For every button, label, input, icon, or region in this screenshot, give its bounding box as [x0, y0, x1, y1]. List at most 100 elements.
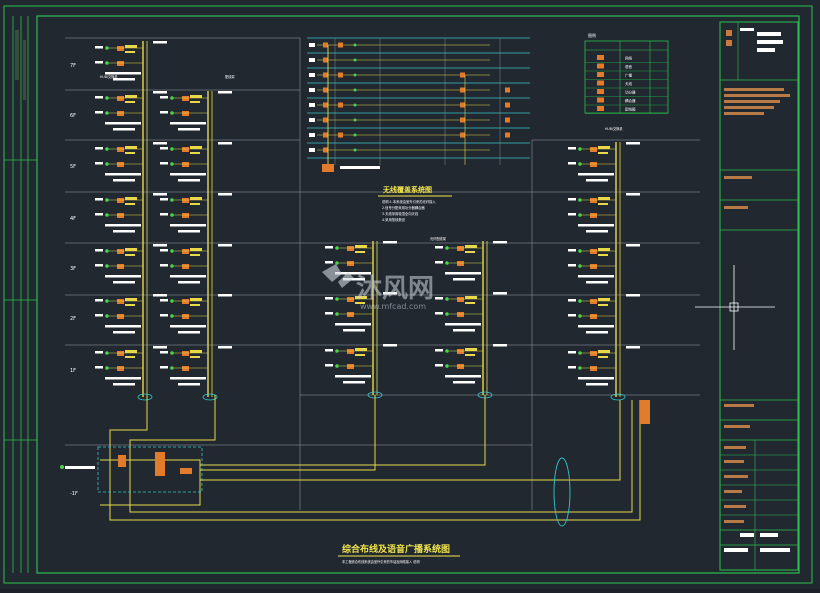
label-bar	[578, 224, 614, 227]
column-captions: HUB/交换机 配线架光纤配线架 HUB/交换机	[100, 74, 623, 241]
outlet-icon	[105, 111, 109, 115]
label-bar	[568, 198, 576, 201]
label-bar	[218, 193, 232, 196]
outlet-icon	[105, 162, 109, 166]
splitter-icon	[323, 132, 328, 138]
floor-label: 3F	[70, 266, 76, 272]
floor-label: -1F	[70, 491, 78, 497]
label-bar	[586, 383, 608, 386]
label-bar	[218, 294, 232, 297]
label-bar	[435, 246, 443, 249]
floor-distribution-unit	[568, 244, 640, 284]
patch-panel	[590, 198, 597, 203]
switch-box	[117, 61, 124, 66]
label-bar	[160, 264, 168, 267]
legend: 图例 网络语音广播天线功分器耦合器配线箱	[584, 32, 669, 114]
label-bar	[153, 193, 167, 196]
wireless-notes: 说明:1.本系统由室外引来的光纤接入2.信号分配采用功分器耦合器3.天线采用吸顶…	[382, 199, 436, 222]
label-bar	[465, 251, 475, 253]
outlet-icon	[335, 246, 339, 250]
label-bar	[325, 364, 333, 367]
legend-symbol-icon	[597, 63, 604, 69]
outlet-icon	[445, 349, 449, 353]
riser-column-a	[95, 41, 167, 401]
outlet-icon	[170, 147, 174, 151]
label-bar	[578, 173, 614, 176]
legend-row-text: 功分器	[625, 90, 636, 95]
label-bar	[626, 346, 640, 349]
column-caption: 配线架	[225, 74, 235, 79]
outlet-icon	[578, 366, 582, 370]
label-bar	[178, 179, 200, 182]
outlet-icon	[170, 96, 174, 100]
label-bar	[190, 304, 200, 306]
outlet-icon	[578, 162, 582, 166]
label-bar	[325, 349, 333, 352]
switch-box	[182, 213, 189, 218]
switch-box	[590, 366, 597, 371]
label-bar	[190, 298, 202, 301]
outlet-icon	[578, 213, 582, 217]
floor-distribution-unit	[95, 91, 167, 131]
floor-distribution-unit	[160, 244, 232, 284]
label-bar	[125, 248, 137, 251]
antenna-icon	[338, 42, 343, 48]
legend-row-text: 配线箱	[625, 107, 636, 112]
incoming-line-icon	[60, 465, 64, 469]
label-bar	[153, 41, 167, 44]
patch-panel	[182, 198, 189, 203]
label-bar	[153, 244, 167, 247]
label-bar	[95, 213, 103, 216]
label-bar	[125, 197, 137, 200]
antenna-icon	[460, 132, 465, 138]
label-bar	[568, 366, 576, 369]
outlet-icon	[578, 198, 582, 202]
watermark-url: www.mfcad.com	[360, 302, 426, 311]
coupler-icon	[353, 88, 357, 92]
label-bar	[343, 329, 365, 332]
fiber-panel	[180, 468, 192, 474]
label-bar	[190, 254, 200, 256]
label-bar	[170, 275, 206, 278]
floor-distribution-unit	[160, 193, 232, 233]
splitter-icon	[323, 57, 328, 63]
floor-tag	[309, 88, 315, 92]
label-bar	[218, 142, 232, 145]
splitter-icon	[323, 147, 328, 153]
label-bar	[578, 377, 614, 380]
patch-panel	[182, 299, 189, 304]
patch-panel	[347, 349, 354, 354]
switch-box	[590, 264, 597, 269]
outlet-icon	[335, 297, 339, 301]
floor-distribution-unit	[160, 91, 232, 131]
label-bar	[105, 224, 141, 227]
outlet-icon	[445, 297, 449, 301]
outlet-icon	[170, 198, 174, 202]
label-bar	[355, 348, 367, 351]
label-bar	[453, 381, 475, 384]
label-bar	[95, 366, 103, 369]
label-bar	[578, 325, 614, 328]
antenna-icon	[338, 102, 343, 108]
patch-panel	[182, 96, 189, 101]
label-bar	[465, 245, 477, 248]
legend-symbol-icon	[597, 80, 604, 86]
antenna-icon	[460, 87, 465, 93]
cad-drawing-canvas[interactable]: 7F 6F 5F 4F 3F 2F 1F -1F HUB/交换机 配线架 光纤配线架 HUB/交换机…	[0, 0, 820, 589]
outlet-icon	[105, 46, 109, 50]
switch-box	[347, 261, 354, 266]
label-bar	[95, 46, 103, 49]
label-bar	[435, 364, 443, 367]
patch-panel	[117, 198, 124, 203]
outlet-icon	[335, 312, 339, 316]
label-bar	[178, 230, 200, 233]
floor-label: 4F	[70, 216, 76, 222]
label-bar	[105, 325, 141, 328]
outlet-icon	[105, 147, 109, 151]
label-bar	[125, 254, 135, 256]
label-bar	[355, 354, 365, 356]
column-caption: HUB/交换机	[100, 74, 118, 79]
label-bar	[568, 314, 576, 317]
floor-label: 5F	[70, 164, 76, 170]
outlet-icon	[105, 314, 109, 318]
